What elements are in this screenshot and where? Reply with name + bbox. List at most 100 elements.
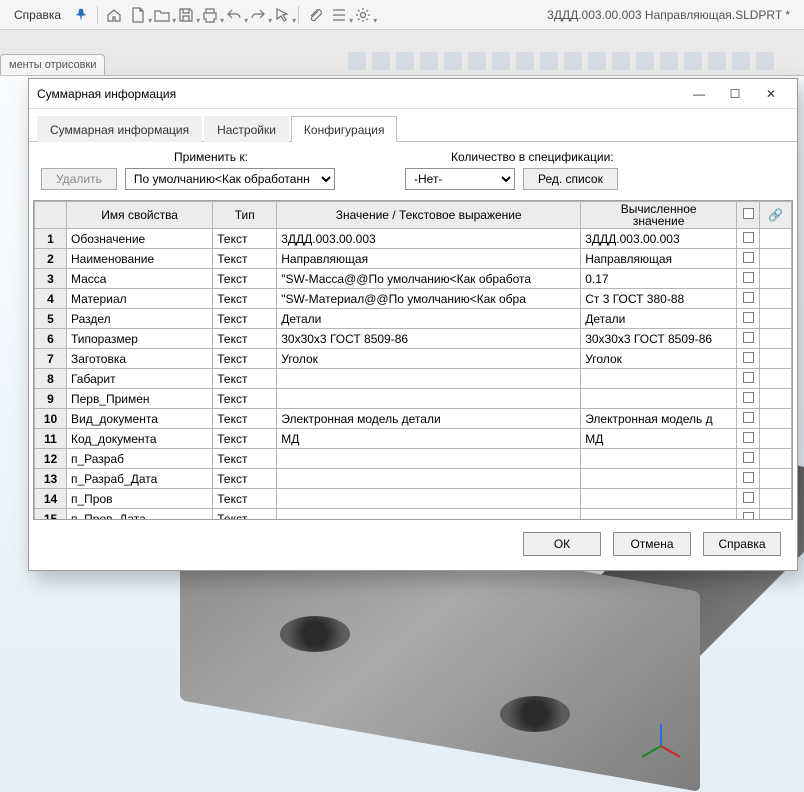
cell-name[interactable]: п_Разраб [66, 449, 212, 469]
cell-name[interactable]: п_Пров_Дата [66, 509, 212, 521]
checkbox-icon[interactable] [743, 292, 754, 303]
cell-type[interactable]: Текст [213, 369, 277, 389]
cell-link[interactable] [759, 249, 791, 269]
bg-tab[interactable]: менты отрисовки [0, 54, 105, 75]
bg-tool-icon[interactable] [732, 52, 750, 70]
bg-tool-icon[interactable] [468, 52, 486, 70]
table-row[interactable]: 8ГабаритТекст [35, 369, 792, 389]
col-header-type[interactable]: Тип [213, 202, 277, 229]
cell-link[interactable] [759, 329, 791, 349]
checkbox-icon[interactable] [743, 208, 754, 219]
help-button[interactable]: Справка [703, 532, 781, 556]
cell-link[interactable] [759, 509, 791, 521]
cell-check[interactable] [737, 489, 760, 509]
checkbox-icon[interactable] [743, 232, 754, 243]
cell-name[interactable]: Габарит [66, 369, 212, 389]
cell-expr[interactable] [277, 509, 581, 521]
select-icon[interactable] [270, 3, 294, 27]
bg-tool-icon[interactable] [636, 52, 654, 70]
tab-configuration[interactable]: Конфигурация [291, 116, 398, 142]
cell-link[interactable] [759, 289, 791, 309]
maximize-button[interactable]: ☐ [717, 82, 753, 106]
cell-check[interactable] [737, 229, 760, 249]
table-row[interactable]: 4МатериалТекст"SW-Материал@@По умолчанию… [35, 289, 792, 309]
bg-tool-icon[interactable] [588, 52, 606, 70]
checkbox-icon[interactable] [743, 252, 754, 263]
cell-name[interactable]: п_Пров [66, 489, 212, 509]
undo-icon[interactable] [222, 3, 246, 27]
cell-expr[interactable]: "SW-Масса@@По умолчанию<Как обработа [277, 269, 581, 289]
cell-type[interactable]: Текст [213, 309, 277, 329]
options-list-icon[interactable] [327, 3, 351, 27]
cell-type[interactable]: Текст [213, 289, 277, 309]
col-header-eval[interactable]: Вычисленноезначение [581, 202, 737, 229]
bg-tool-icon[interactable] [612, 52, 630, 70]
cell-link[interactable] [759, 429, 791, 449]
cell-index[interactable]: 13 [35, 469, 67, 489]
cell-expr[interactable] [277, 469, 581, 489]
bg-tool-icon[interactable] [684, 52, 702, 70]
cell-expr[interactable]: "SW-Материал@@По умолчанию<Как обра [277, 289, 581, 309]
cell-check[interactable] [737, 409, 760, 429]
cell-check[interactable] [737, 349, 760, 369]
bg-tool-icon[interactable] [444, 52, 462, 70]
cell-index[interactable]: 14 [35, 489, 67, 509]
cell-name[interactable]: Вид_документа [66, 409, 212, 429]
cancel-button[interactable]: Отмена [613, 532, 691, 556]
cell-name[interactable]: Код_документа [66, 429, 212, 449]
checkbox-icon[interactable] [743, 512, 754, 521]
bg-tool-icon[interactable] [516, 52, 534, 70]
bg-tool-icon[interactable] [540, 52, 558, 70]
cell-check[interactable] [737, 449, 760, 469]
cell-eval[interactable]: Направляющая [581, 249, 737, 269]
cell-eval[interactable] [581, 369, 737, 389]
checkbox-icon[interactable] [743, 472, 754, 483]
cell-link[interactable] [759, 469, 791, 489]
cell-check[interactable] [737, 389, 760, 409]
cell-check[interactable] [737, 329, 760, 349]
table-row[interactable]: 2НаименованиеТекстНаправляющаяНаправляющ… [35, 249, 792, 269]
table-row[interactable]: 5РазделТекстДеталиДетали [35, 309, 792, 329]
bg-tool-icon[interactable] [492, 52, 510, 70]
bom-qty-select[interactable]: -Нет- [405, 168, 515, 190]
cell-check[interactable] [737, 369, 760, 389]
cell-eval[interactable]: Уголок [581, 349, 737, 369]
cell-eval[interactable]: 0.17 [581, 269, 737, 289]
table-row[interactable]: 6ТипоразмерТекст30x30x3 ГОСТ 8509-8630x3… [35, 329, 792, 349]
bg-tool-icon[interactable] [372, 52, 390, 70]
cell-link[interactable] [759, 269, 791, 289]
checkbox-icon[interactable] [743, 372, 754, 383]
cell-index[interactable]: 1 [35, 229, 67, 249]
cell-type[interactable]: Текст [213, 269, 277, 289]
delete-button[interactable]: Удалить [41, 168, 117, 190]
attach-icon[interactable] [303, 3, 327, 27]
cell-index[interactable]: 5 [35, 309, 67, 329]
cell-index[interactable]: 6 [35, 329, 67, 349]
cell-index[interactable]: 4 [35, 289, 67, 309]
cell-index[interactable]: 8 [35, 369, 67, 389]
cell-link[interactable] [759, 409, 791, 429]
checkbox-icon[interactable] [743, 272, 754, 283]
cell-name[interactable]: Наименование [66, 249, 212, 269]
cell-check[interactable] [737, 269, 760, 289]
cell-expr[interactable] [277, 449, 581, 469]
cell-type[interactable]: Текст [213, 429, 277, 449]
cell-type[interactable]: Текст [213, 329, 277, 349]
close-button[interactable]: ✕ [753, 82, 789, 106]
cell-eval[interactable] [581, 489, 737, 509]
cell-eval[interactable]: 3ДДД.003.00.003 [581, 229, 737, 249]
cell-type[interactable]: Текст [213, 469, 277, 489]
cell-name[interactable]: Перв_Примен [66, 389, 212, 409]
home-icon[interactable] [102, 3, 126, 27]
cell-eval[interactable] [581, 509, 737, 521]
bg-tool-icon[interactable] [396, 52, 414, 70]
table-row[interactable]: 13п_Разраб_ДатаТекст [35, 469, 792, 489]
col-header-name[interactable]: Имя свойства [66, 202, 212, 229]
checkbox-icon[interactable] [743, 412, 754, 423]
cell-link[interactable] [759, 369, 791, 389]
table-row[interactable]: 15п_Пров_ДатаТекст [35, 509, 792, 521]
cell-eval[interactable]: Детали [581, 309, 737, 329]
cell-expr[interactable]: Уголок [277, 349, 581, 369]
checkbox-icon[interactable] [743, 452, 754, 463]
checkbox-icon[interactable] [743, 332, 754, 343]
